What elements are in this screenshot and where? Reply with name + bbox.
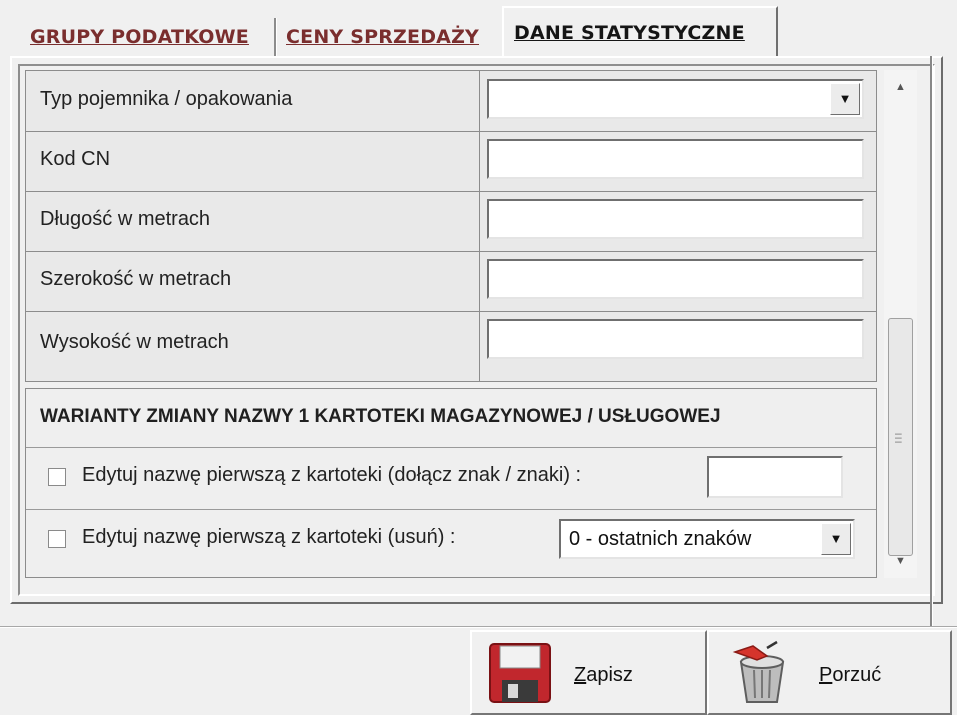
row-length: Długość w metrach [26,191,876,252]
tab-ceny-sprzedazy[interactable]: CENY SPRZEDAŻY [286,14,479,58]
container-type-label: Typ pojemnika / opakowania [40,88,293,110]
discard-button[interactable]: Porzuć [707,630,952,715]
row-cn-code: Kod CN [26,131,876,192]
floppy-disk-icon [489,643,551,703]
grid-column-divider [479,251,480,311]
row-height: Wysokość w metrach [26,311,876,381]
append-chars-label: Edytuj nazwę pierwszą z kartoteki (dołąc… [82,464,582,486]
grid-column-divider [479,71,480,131]
grid-column-divider [479,191,480,251]
append-chars-checkbox[interactable] [48,468,66,486]
trash-bin-icon [732,640,785,703]
section-divider [26,447,876,448]
chevron-down-icon[interactable]: ▼ [821,523,851,555]
option-remove-row: Edytuj nazwę pierwszą z kartoteki (usuń)… [26,511,876,569]
width-input[interactable] [487,259,864,299]
scroll-up-icon[interactable]: ▲ [884,70,917,104]
option-append-row: Edytuj nazwę pierwszą z kartoteki (dołąc… [26,449,876,507]
chevron-down-icon[interactable]: ▼ [830,83,860,115]
variants-title: WARIANTY ZMIANY NAZWY 1 KARTOTEKI MAGAZY… [40,406,721,427]
section-divider [26,509,876,510]
grid-column-divider [479,311,480,381]
container-type-dropdown[interactable]: ▼ [487,79,864,119]
tab-separator [274,18,277,56]
remove-chars-select[interactable]: 0 - ostatnich znaków ▼ [559,519,855,559]
length-input[interactable] [487,199,864,239]
footer-separator [0,626,957,628]
scrollbar-thumb[interactable]: – – – [888,318,913,556]
statistics-grid: Typ pojemnika / opakowania ▼ Kod CN Dług… [25,70,877,382]
vertical-scrollbar[interactable]: ▲ – – – ▼ [884,70,917,578]
panel-divider [930,56,933,626]
discard-label: Porzuć [819,664,882,686]
height-input[interactable] [487,319,864,359]
row-container-type: Typ pojemnika / opakowania ▼ [26,71,876,132]
remove-chars-label: Edytuj nazwę pierwszą z kartoteki (usuń)… [82,526,456,548]
save-button[interactable]: Zapisz [470,630,707,715]
save-label: Zapisz [574,664,633,686]
name-variants-section: WARIANTY ZMIANY NAZWY 1 KARTOTEKI MAGAZY… [25,388,877,578]
grid-column-divider [479,131,480,191]
row-width: Szerokość w metrach [26,251,876,312]
cn-code-label: Kod CN [40,148,111,170]
length-label: Długość w metrach [40,208,211,230]
width-label: Szerokość w metrach [40,268,232,290]
grip-icon: – – – [895,426,902,448]
scroll-down-icon[interactable]: ▼ [884,544,917,578]
tab-dane-statystyczne[interactable]: DANE STATYSTYCZNE [502,6,778,58]
height-label: Wysokość w metrach [40,331,229,353]
append-chars-input[interactable] [707,456,843,498]
remove-chars-value: 0 - ostatnich znaków [569,528,752,550]
tab-grupy-podatkowe[interactable]: GRUPY PODATKOWE [30,14,249,58]
cn-code-input[interactable] [487,139,864,179]
remove-chars-checkbox[interactable] [48,530,66,548]
